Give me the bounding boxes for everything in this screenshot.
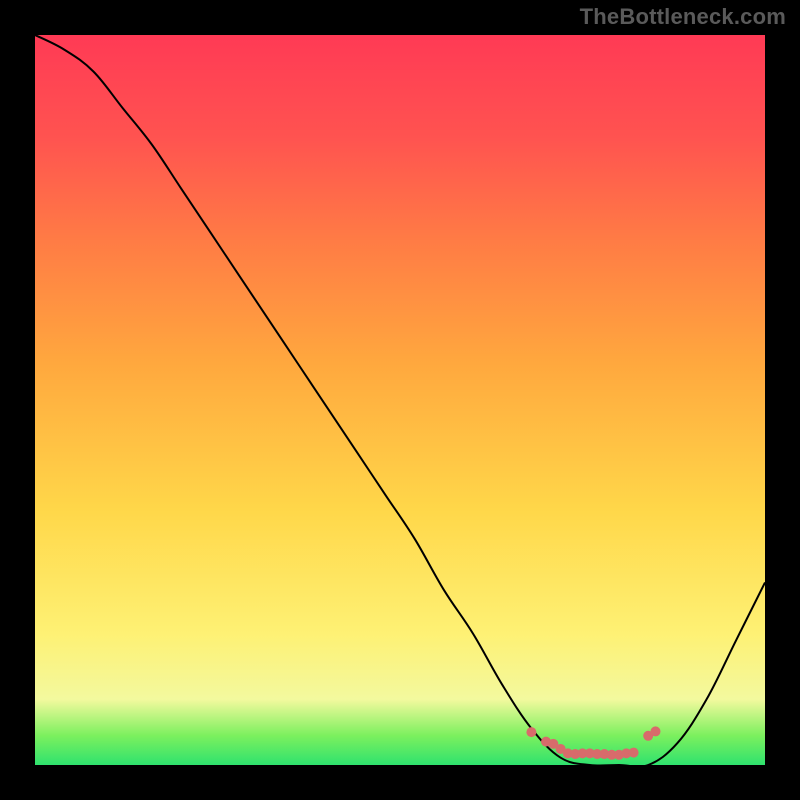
optimal-marker [629, 748, 639, 758]
optimal-marker [526, 727, 536, 737]
bottleneck-curve [35, 35, 765, 765]
chart-container: TheBottleneck.com [0, 0, 800, 800]
chart-svg [35, 35, 765, 765]
optimal-markers [526, 726, 660, 759]
optimal-marker [651, 726, 661, 736]
watermark-text: TheBottleneck.com [580, 4, 786, 30]
